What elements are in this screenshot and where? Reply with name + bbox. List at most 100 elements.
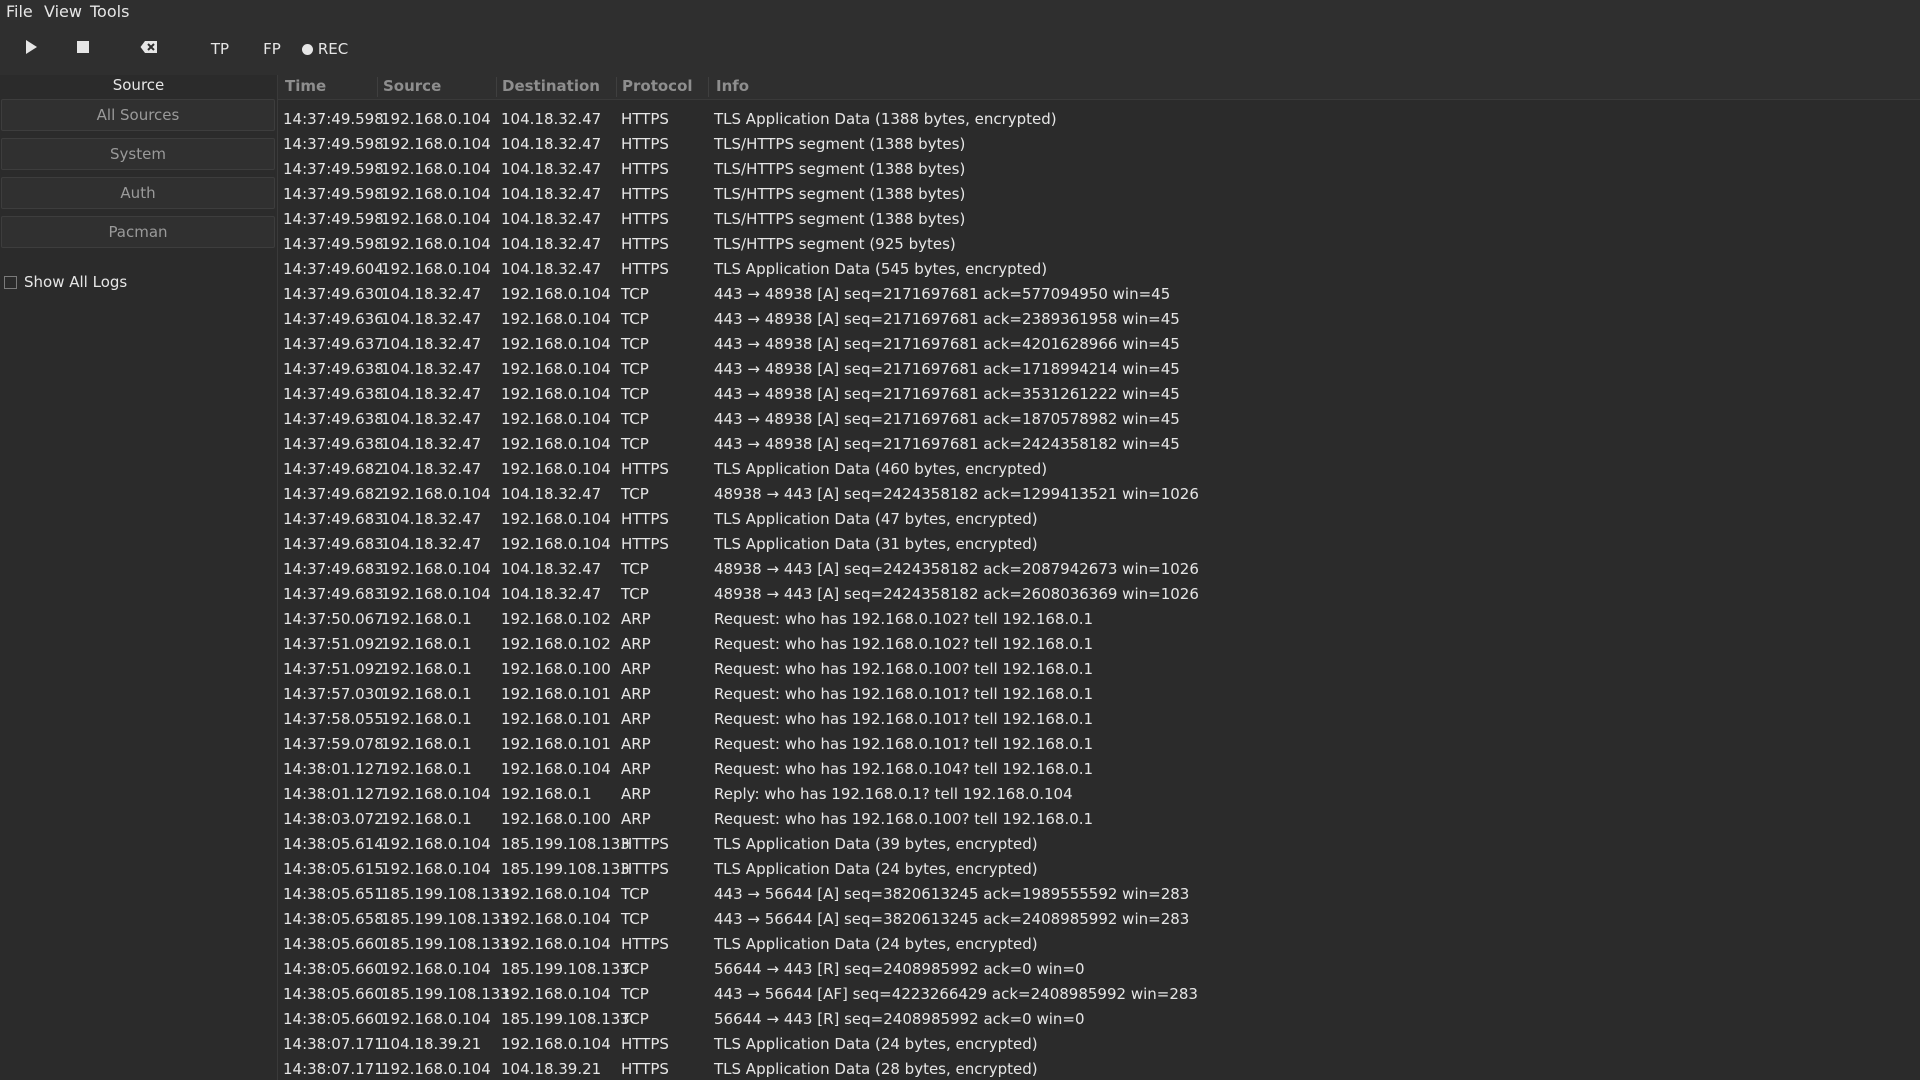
table-row[interactable]: 14:37:49.598 192.168.0.104 104.18.32.47 HTT… — [278, 107, 1920, 132]
play-button[interactable] — [18, 36, 44, 62]
table-row[interactable]: 14:38:05.651 185.199.108.133 192.168.0.104… — [278, 882, 1920, 907]
table-row[interactable]: 14:37:49.683 104.18.32.47 192.168.0.104 HTT… — [278, 507, 1920, 532]
cell-protocol: HTTPS — [621, 185, 669, 203]
cell-info: 443 → 48938 [A] seq=2171697681 ack=35312… — [714, 385, 1180, 403]
table-row[interactable]: 14:38:05.658 185.199.108.133 192.168.0.104… — [278, 907, 1920, 932]
table-row[interactable]: 14:37:49.598 192.168.0.104 104.18.32.47 HTT… — [278, 132, 1920, 157]
table-row[interactable]: 14:37:49.683 104.18.32.47 192.168.0.104 HTT… — [278, 532, 1920, 557]
cell-protocol: ARP — [621, 635, 651, 653]
table-row[interactable]: 14:37:49.598 192.168.0.104 104.18.32.47 HTT… — [278, 207, 1920, 232]
show-all-logs-row[interactable]: Show All Logs — [4, 271, 127, 293]
cell-protocol: ARP — [621, 610, 651, 628]
cell-source: 104.18.39.21 — [381, 1035, 482, 1053]
cell-time: 14:37:49.638 — [283, 360, 384, 378]
tp-button[interactable]: TP — [205, 36, 235, 62]
cell-time: 14:37:49.630 — [283, 285, 384, 303]
cell-destination: 192.168.0.102 — [501, 610, 611, 628]
cell-source: 192.168.0.104 — [381, 585, 491, 603]
cell-time: 14:37:51.092 — [283, 635, 384, 653]
cell-info: TLS Application Data (1388 bytes, encryp… — [714, 110, 1057, 128]
cell-time: 14:37:49.683 — [283, 560, 384, 578]
table-row[interactable]: 14:38:05.614 192.168.0.104 185.199.108.133… — [278, 832, 1920, 857]
table-row[interactable]: 14:37:59.078 192.168.0.1 192.168.0.101 ARP R… — [278, 732, 1920, 757]
cell-source: 192.168.0.104 — [381, 1010, 491, 1028]
table-row[interactable]: 14:38:05.660 185.199.108.133 192.168.0.104… — [278, 932, 1920, 957]
menu-file[interactable]: File — [6, 2, 33, 21]
source-system-button[interactable]: System — [1, 138, 275, 170]
table-row[interactable]: 14:37:49.598 192.168.0.104 104.18.32.47 HTT… — [278, 232, 1920, 257]
cell-destination: 104.18.32.47 — [501, 560, 602, 578]
rec-button[interactable]: REC — [300, 36, 350, 62]
cell-protocol: TCP — [621, 360, 649, 378]
column-header-source[interactable]: Source — [383, 77, 441, 95]
table-row[interactable]: 14:37:58.055 192.168.0.1 192.168.0.101 ARP R… — [278, 707, 1920, 732]
source-auth-button[interactable]: Auth — [1, 177, 275, 209]
source-pacman-button[interactable]: Pacman — [1, 216, 275, 248]
fp-button[interactable]: FP — [257, 36, 287, 62]
cell-destination: 104.18.39.21 — [501, 1060, 602, 1078]
source-all-sources-button[interactable]: All Sources — [1, 99, 275, 131]
cell-source: 104.18.32.47 — [381, 460, 482, 478]
cell-source: 192.168.0.104 — [381, 260, 491, 278]
table-row[interactable]: 14:37:49.598 192.168.0.104 104.18.32.47 HTT… — [278, 182, 1920, 207]
table-row[interactable]: 14:38:03.072 192.168.0.1 192.168.0.100 ARP R… — [278, 807, 1920, 832]
cell-protocol: ARP — [621, 735, 651, 753]
table-row[interactable]: 14:38:05.660 185.199.108.133 192.168.0.104… — [278, 982, 1920, 1007]
cell-destination: 104.18.32.47 — [501, 135, 602, 153]
show-all-logs-checkbox[interactable] — [4, 275, 17, 289]
cell-destination: 192.168.0.104 — [501, 410, 611, 428]
clear-button[interactable] — [136, 36, 162, 62]
cell-time: 14:38:05.660 — [283, 935, 384, 953]
table-row[interactable]: 14:38:05.660 192.168.0.104 185.199.108.133… — [278, 957, 1920, 982]
table-row[interactable]: 14:37:49.604 192.168.0.104 104.18.32.47 HTT… — [278, 257, 1920, 282]
table-row[interactable]: 14:37:49.683 192.168.0.104 104.18.32.47 TCP… — [278, 582, 1920, 607]
cell-protocol: TCP — [621, 285, 649, 303]
table-row[interactable]: 14:37:51.092 192.168.0.1 192.168.0.102 ARP R… — [278, 632, 1920, 657]
cell-info: TLS Application Data (28 bytes, encrypte… — [714, 1060, 1038, 1078]
table-row[interactable]: 14:37:51.092 192.168.0.1 192.168.0.100 ARP R… — [278, 657, 1920, 682]
table-row[interactable]: 14:37:49.637 104.18.32.47 192.168.0.104 TCP… — [278, 332, 1920, 357]
table-row[interactable]: 14:37:49.683 192.168.0.104 104.18.32.47 TCP… — [278, 557, 1920, 582]
column-header-destination[interactable]: Destination — [502, 77, 600, 95]
column-header-info[interactable]: Info — [716, 77, 749, 95]
cell-protocol: TCP — [621, 310, 649, 328]
cell-source: 185.199.108.133 — [381, 985, 510, 1003]
cell-info: Request: who has 192.168.0.102? tell 192… — [714, 610, 1094, 628]
table-row[interactable]: 14:37:49.636 104.18.32.47 192.168.0.104 TCP… — [278, 307, 1920, 332]
table-row[interactable]: 14:37:57.030 192.168.0.1 192.168.0.101 ARP R… — [278, 682, 1920, 707]
cell-destination: 192.168.0.104 — [501, 910, 611, 928]
cell-info: TLS Application Data (24 bytes, encrypte… — [714, 860, 1038, 878]
table-row[interactable]: 14:38:01.127 192.168.0.104 192.168.0.1 ARP R… — [278, 782, 1920, 807]
table-row[interactable]: 14:37:50.067 192.168.0.1 192.168.0.102 ARP R… — [278, 607, 1920, 632]
menu-view[interactable]: View — [44, 2, 82, 21]
cell-info: TLS/HTTPS segment (1388 bytes) — [714, 160, 966, 178]
table-row[interactable]: 14:38:07.171 104.18.39.21 192.168.0.104 HTT… — [278, 1032, 1920, 1057]
table-row[interactable]: 14:37:49.682 104.18.32.47 192.168.0.104 HTT… — [278, 457, 1920, 482]
table-row[interactable]: 14:37:49.682 192.168.0.104 104.18.32.47 TCP… — [278, 482, 1920, 507]
cell-time: 14:38:05.614 — [283, 835, 384, 853]
column-header-time[interactable]: Time — [285, 77, 326, 95]
cell-time: 14:37:49.598 — [283, 160, 384, 178]
table-row[interactable]: 14:37:49.638 104.18.32.47 192.168.0.104 TCP… — [278, 407, 1920, 432]
menu-tools[interactable]: Tools — [90, 2, 129, 21]
cell-source: 192.168.0.104 — [381, 835, 491, 853]
cell-destination: 104.18.32.47 — [501, 260, 602, 278]
stop-button[interactable] — [70, 36, 96, 62]
source-sidebar: Source All Sources System Auth Pacman Sh… — [0, 75, 278, 1080]
table-row[interactable]: 14:38:07.171 192.168.0.104 104.18.39.21 HTT… — [278, 1057, 1920, 1080]
cell-source: 104.18.32.47 — [381, 435, 482, 453]
table-row[interactable]: 14:37:49.638 104.18.32.47 192.168.0.104 TCP… — [278, 432, 1920, 457]
column-header-protocol[interactable]: Protocol — [622, 77, 693, 95]
cell-destination: 104.18.32.47 — [501, 210, 602, 228]
cell-protocol: TCP — [621, 960, 649, 978]
table-row[interactable]: 14:37:49.598 192.168.0.104 104.18.32.47 HTT… — [278, 157, 1920, 182]
table-row[interactable]: 14:38:01.127 192.168.0.1 192.168.0.104 ARP R… — [278, 757, 1920, 782]
table-row[interactable]: 14:37:49.638 104.18.32.47 192.168.0.104 TCP… — [278, 382, 1920, 407]
table-row[interactable]: 14:37:49.638 104.18.32.47 192.168.0.104 TCP… — [278, 357, 1920, 382]
table-row[interactable]: 14:38:05.660 192.168.0.104 185.199.108.133… — [278, 1007, 1920, 1032]
cell-destination: 185.199.108.133 — [501, 860, 630, 878]
table-row[interactable]: 14:37:49.630 104.18.32.47 192.168.0.104 TCP… — [278, 282, 1920, 307]
table-body: 14:37:49.598 192.168.0.104 104.18.32.47 HTT… — [278, 107, 1920, 1080]
table-row[interactable]: 14:38:05.615 192.168.0.104 185.199.108.133… — [278, 857, 1920, 882]
cell-protocol: HTTPS — [621, 1060, 669, 1078]
